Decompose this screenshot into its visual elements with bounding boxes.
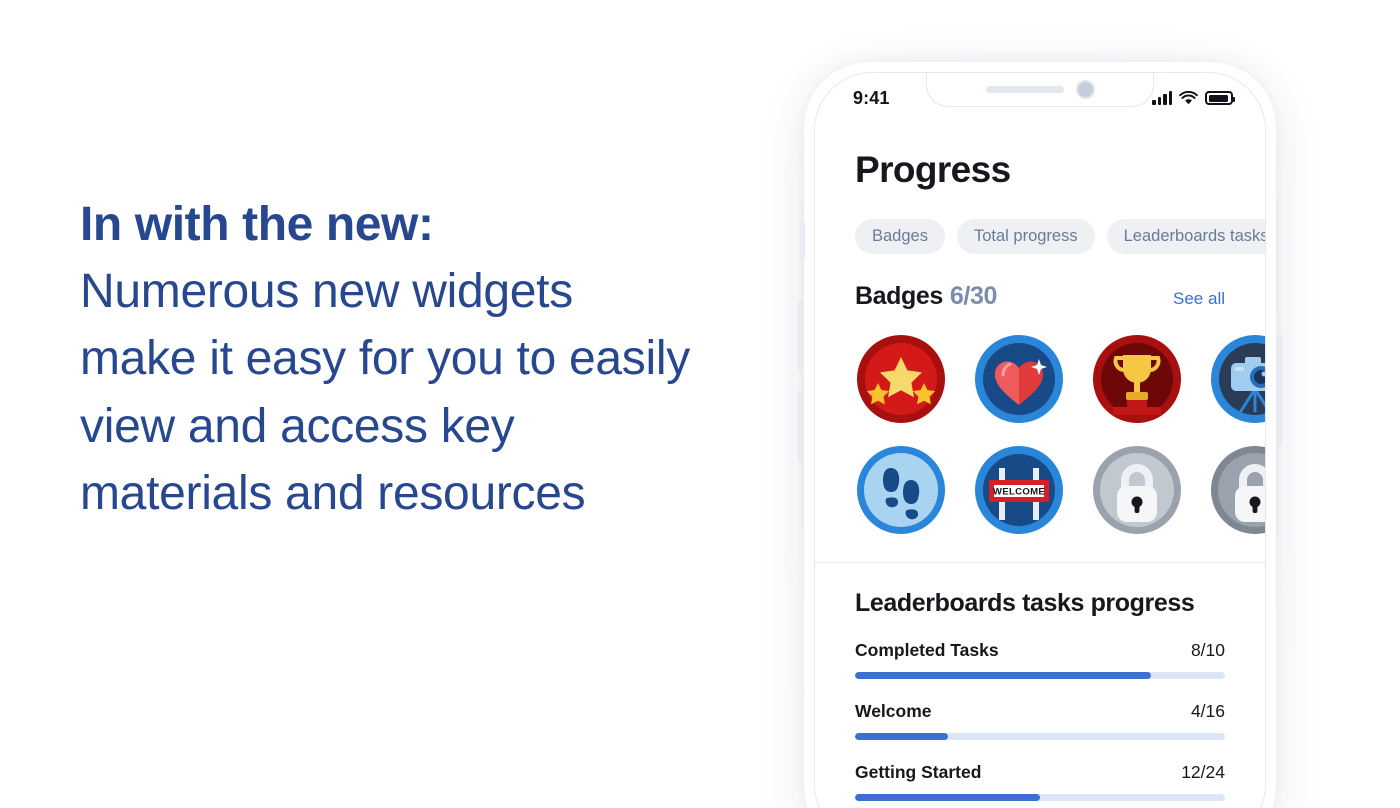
progress-bar-fill <box>855 732 948 740</box>
heart-icon <box>975 334 1063 423</box>
leaderboards-title: Leaderboards tasks progress <box>855 588 1195 617</box>
trophy-icon <box>1093 334 1181 423</box>
badges-header: Badges 6/30 See all <box>855 282 1225 311</box>
progress-item-welcome[interactable]: Welcome 4/16 <box>855 701 1225 740</box>
filter-chip-row: Badges Total progress Leaderboards tasks… <box>815 191 1265 254</box>
status-icons <box>1152 90 1235 106</box>
welcome-badge[interactable]: WELCOME <box>973 444 1065 536</box>
chip-badges[interactable]: Badges <box>855 219 945 254</box>
slide-canvas: In with the new: Numerous new widgets ma… <box>0 0 1400 808</box>
see-all-link[interactable]: See all <box>1173 289 1225 309</box>
camera-tripod-icon <box>1211 334 1265 423</box>
stars-badge[interactable] <box>855 333 947 425</box>
locked-badge-2[interactable] <box>1209 444 1265 536</box>
progress-bar-track <box>855 793 1225 801</box>
progress-bar-fill <box>855 793 1040 801</box>
volume-up-button[interactable] <box>798 300 804 372</box>
badges-count: 6/30 <box>949 281 997 310</box>
padlock-icon <box>1211 445 1265 534</box>
badges-title: Badges 6/30 <box>855 282 997 311</box>
locked-badge-1[interactable] <box>1091 444 1183 536</box>
marketing-body: Numerous new widgets make it easy for yo… <box>80 265 690 520</box>
three-stars-icon <box>857 334 945 423</box>
leaderboards-card: Leaderboards tasks progress Completed Ta… <box>815 561 1265 808</box>
marketing-headline: In with the new: <box>80 198 434 251</box>
welcome-sign-icon: WELCOME <box>975 445 1063 534</box>
phone-screen: 9:41 Progress Badges Total progress Lead… <box>814 72 1266 808</box>
front-camera-icon <box>1075 80 1095 99</box>
battery-icon <box>1205 91 1235 105</box>
heart-badge[interactable] <box>973 333 1065 425</box>
progress-item-label: Getting Started <box>855 761 982 782</box>
camera-badge[interactable] <box>1209 333 1265 425</box>
mute-switch[interactable] <box>800 222 805 260</box>
marketing-copy: In with the new: Numerous new widgets ma… <box>80 192 690 527</box>
wifi-icon <box>1179 90 1198 104</box>
progress-item-value: 8/10 <box>1190 639 1225 660</box>
progress-item-label: Welcome <box>855 700 932 721</box>
phone-notch <box>926 73 1154 107</box>
progress-item-getting-started[interactable]: Getting Started 12/24 <box>855 762 1225 801</box>
padlock-icon <box>1093 445 1181 534</box>
progress-bar-track <box>855 732 1225 740</box>
status-time: 9:41 <box>853 87 890 108</box>
cellular-signal-icon <box>1152 91 1172 105</box>
progress-item-completed-tasks[interactable]: Completed Tasks 8/10 <box>855 640 1225 679</box>
app-content: Progress Badges Total progress Leaderboa… <box>815 119 1265 808</box>
volume-down-button[interactable] <box>798 390 804 462</box>
page-title: Progress <box>855 149 1011 190</box>
progress-bar-track <box>855 671 1225 679</box>
progress-item-value: 12/24 <box>1181 761 1225 782</box>
footsteps-badge[interactable] <box>855 444 947 536</box>
progress-item-value: 4/16 <box>1190 700 1225 721</box>
chip-total-progress[interactable]: Total progress <box>956 219 1095 254</box>
chip-leaderboards[interactable]: Leaderboards tasks progress <box>1106 219 1265 254</box>
progress-item-label: Completed Tasks <box>855 639 999 660</box>
badges-title-label: Badges <box>855 281 943 310</box>
badge-grid: WELCOME <box>855 333 1265 536</box>
phone-body: 9:41 Progress Badges Total progress Lead… <box>798 62 1282 808</box>
phone-mockup: 9:41 Progress Badges Total progress Lead… <box>786 52 1296 808</box>
progress-bar-fill <box>855 671 1151 679</box>
power-button[interactable] <box>1276 334 1282 446</box>
badges-card: Badges 6/30 See all WELCOME <box>815 253 1265 562</box>
welcome-sign-text: WELCOME <box>993 486 1045 497</box>
footprints-icon <box>857 445 945 534</box>
trophy-badge[interactable] <box>1091 333 1183 425</box>
speaker-grille-icon <box>985 86 1064 93</box>
